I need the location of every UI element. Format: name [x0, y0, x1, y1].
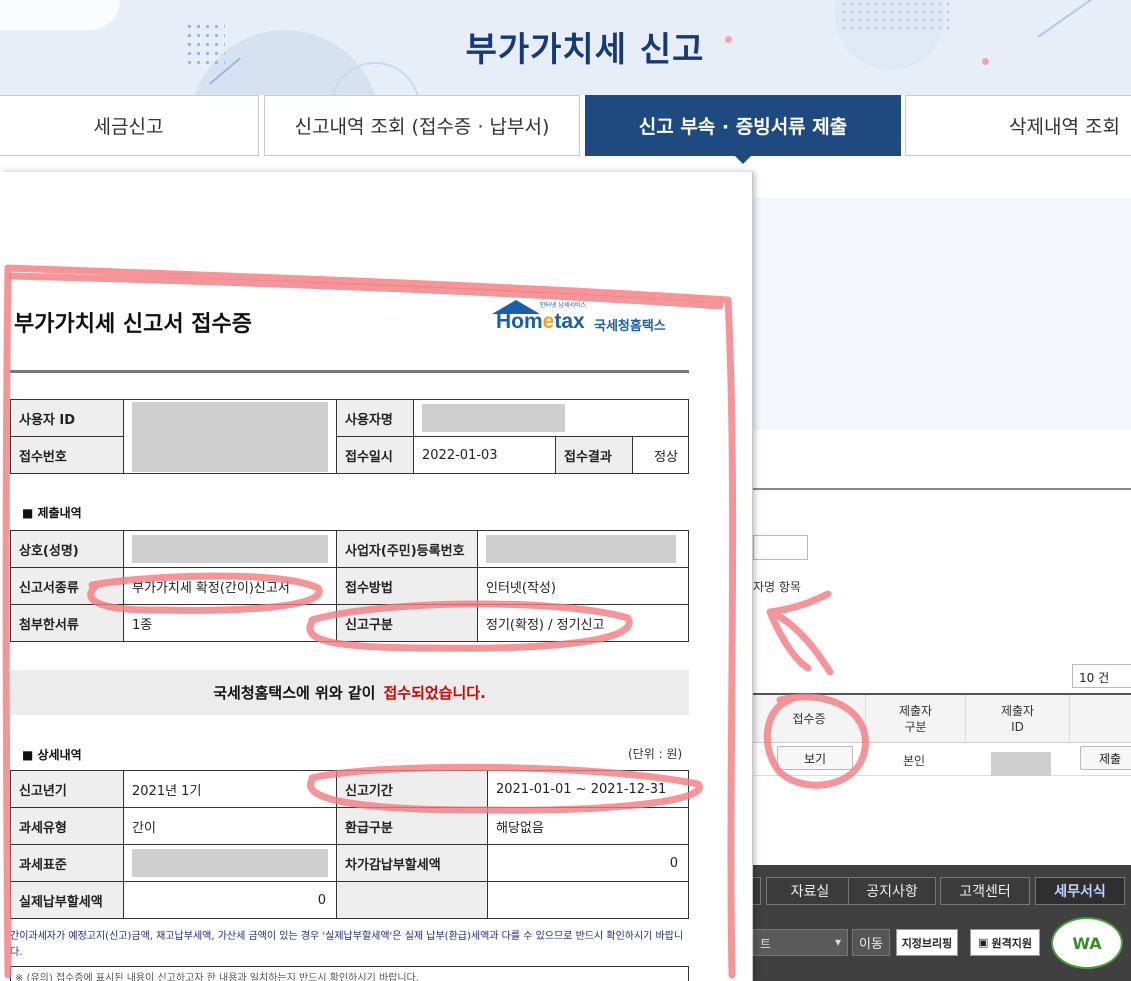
page-title: 부가가치세 신고	[465, 30, 705, 70]
item-text: 자명 항목	[753, 580, 801, 594]
label-cell: 접수일시	[336, 436, 414, 474]
footer-tab-archive[interactable]: 자료실	[766, 877, 854, 905]
masked-id	[991, 752, 1051, 776]
tab-attachments-submit[interactable]: 신고 부속 · 증빙서류 제출	[585, 95, 901, 164]
submission-table: 상호(성명) 사업자(주민)등록번호 신고서종류 부가가치세 확정(간이)신고서…	[10, 530, 689, 642]
web-accessibility-badge: WA	[1051, 917, 1123, 969]
label-cell: 첨부한서류	[10, 604, 124, 642]
report-type: 부가가치세 확정(간이)신고서	[123, 567, 337, 605]
receipt-method: 인터넷(작성)	[477, 567, 689, 605]
page-size-select[interactable]: 10 건	[1072, 664, 1131, 688]
footer-tab-support[interactable]: 고객센터	[940, 877, 1030, 905]
section-title: ■ 제출내역	[22, 506, 82, 520]
search-input[interactable]	[753, 535, 808, 560]
footer: 자료실 공지사항 고객센터 세무서식 트 ▾ 이동 지정브리핑 ▣ 원격지원 W…	[751, 865, 1131, 981]
column-header: 부	[1070, 695, 1131, 743]
label-cell: 접수방법	[336, 567, 478, 605]
submitter-type: 본인	[903, 754, 926, 768]
site-select-value: 트	[760, 937, 772, 951]
report-period: 2021-01-01 ~ 2021-12-31	[487, 770, 689, 808]
tab-report-history[interactable]: 신고내역 조회 (접수증 · 납부서)	[264, 95, 580, 156]
tax-type: 간이	[123, 807, 337, 845]
column-header: 접수증	[753, 695, 866, 743]
divider	[753, 488, 1131, 490]
logo-subtitle: 인터넷 납세서비스	[540, 302, 587, 309]
label-cell: 과세표준	[10, 844, 124, 882]
submit-button[interactable]: 제출	[1080, 746, 1131, 770]
footer-tab-tax-forms[interactable]: 세무서식	[1035, 877, 1125, 905]
section-title: ■ 상세내역	[22, 748, 82, 762]
active-tab-arrow	[734, 155, 752, 164]
site-select[interactable]: 트 ▾	[753, 929, 848, 956]
receipt-date: 2022-01-03	[413, 436, 556, 474]
refund-type: 해당없음	[487, 807, 689, 845]
actual-payable-tax: 0	[123, 881, 337, 919]
masked-biz-no	[477, 530, 689, 568]
label-cell: 신고기간	[336, 770, 488, 808]
masked-tax-base	[123, 844, 337, 882]
label-cell: 과세유형	[10, 807, 124, 845]
briefing-button[interactable]: 지정브리핑	[896, 929, 958, 956]
column-header: 제출자 ID	[966, 695, 1070, 743]
divider	[10, 370, 689, 373]
marker-arrow	[766, 590, 834, 676]
receipt-notice: 국세청홈택스에 위와 같이 접수되었습니다.	[10, 670, 689, 715]
document-title: 부가가치세 신고서 접수증	[14, 312, 252, 337]
empty-cell	[487, 881, 689, 919]
label-cell: 차가감납부할세액	[336, 844, 488, 882]
chevron-down-icon: ▾	[834, 935, 841, 949]
label-cell: 사용자명	[336, 399, 414, 437]
masked-user-name	[413, 399, 689, 437]
notice-highlight: 접수되었습니다.	[383, 684, 486, 702]
label-cell: 환급구분	[336, 807, 488, 845]
label-cell: 접수결과	[555, 436, 633, 474]
report-year: 2021년 1기	[123, 770, 337, 808]
report-category: 정기(확정) / 정기신고	[477, 604, 689, 642]
table-header: 접수증 제출자 구분 제출자 ID 부	[753, 693, 1131, 743]
label-cell: 상호(성명)	[10, 530, 124, 568]
tab-tax-report[interactable]: 세금신고	[0, 95, 259, 156]
tab-label: 신고 부속 · 증빙서류 제출	[638, 116, 848, 138]
masked-trade-name	[123, 530, 337, 568]
column-header: 제출자 구분	[866, 695, 966, 743]
receipt-popup: 부가가치세 신고서 접수증 인터넷 납세서비스 Hometax 국세청홈택스 사…	[0, 172, 753, 981]
label-cell: 사업자(주민)등록번호	[336, 530, 478, 568]
header-banner: 부가가치세 신고	[0, 0, 1131, 95]
logo-korean: 국세청홈택스	[594, 319, 666, 334]
empty-cell	[336, 881, 488, 919]
footnote: 간이과세자가 예정고지(신고)금액, 재고납부세액, 가산세 금액이 있는 경우…	[10, 931, 684, 958]
net-payable-tax: 0	[487, 844, 689, 882]
unit-label: (단위 : 원)	[628, 747, 683, 761]
table-row: 보기 본인 제출	[753, 743, 1131, 776]
remote-support-button[interactable]: ▣ 원격지원	[970, 929, 1040, 956]
label-cell: 신고년기	[10, 770, 124, 808]
label-cell: 실제납부할세액	[10, 881, 124, 919]
go-button[interactable]: 이동	[852, 929, 890, 956]
notice-text: 국세청홈택스에 위와 같이	[213, 684, 376, 702]
label-cell: 사용자 ID	[10, 399, 124, 437]
label-cell: 신고서종류	[10, 567, 124, 605]
tab-deleted-history[interactable]: 삭제내역 조회	[905, 95, 1131, 156]
logo-wordmark: Hometax	[496, 310, 585, 333]
background-panel	[753, 198, 1131, 430]
detail-table: 신고년기 2021년 1기 신고기간 2021-01-01 ~ 2021-12-…	[10, 770, 689, 919]
receipt-result: 정상	[632, 436, 689, 474]
label-cell: 신고구분	[336, 604, 478, 642]
view-receipt-button[interactable]: 보기	[777, 746, 853, 770]
footer-tab-notice[interactable]: 공지사항	[848, 877, 936, 905]
label-cell: 접수번호	[10, 436, 124, 474]
remote-support-label: 원격지원	[991, 936, 1032, 950]
caution-box: ※ (유의) 접수증에 표시된 내용이 신고하고자 한 내용과 일치하는지 반드…	[10, 966, 689, 981]
hometax-logo: 인터넷 납세서비스 Hometax 국세청홈택스	[492, 297, 682, 341]
masked-user-id	[123, 399, 337, 474]
monitor-icon: ▣	[978, 936, 989, 949]
attached-docs: 1종	[123, 604, 337, 642]
user-info-table: 사용자 ID 사용자명 접수번호 접수일시 2022-01-03 접수결과 정상	[10, 399, 689, 474]
